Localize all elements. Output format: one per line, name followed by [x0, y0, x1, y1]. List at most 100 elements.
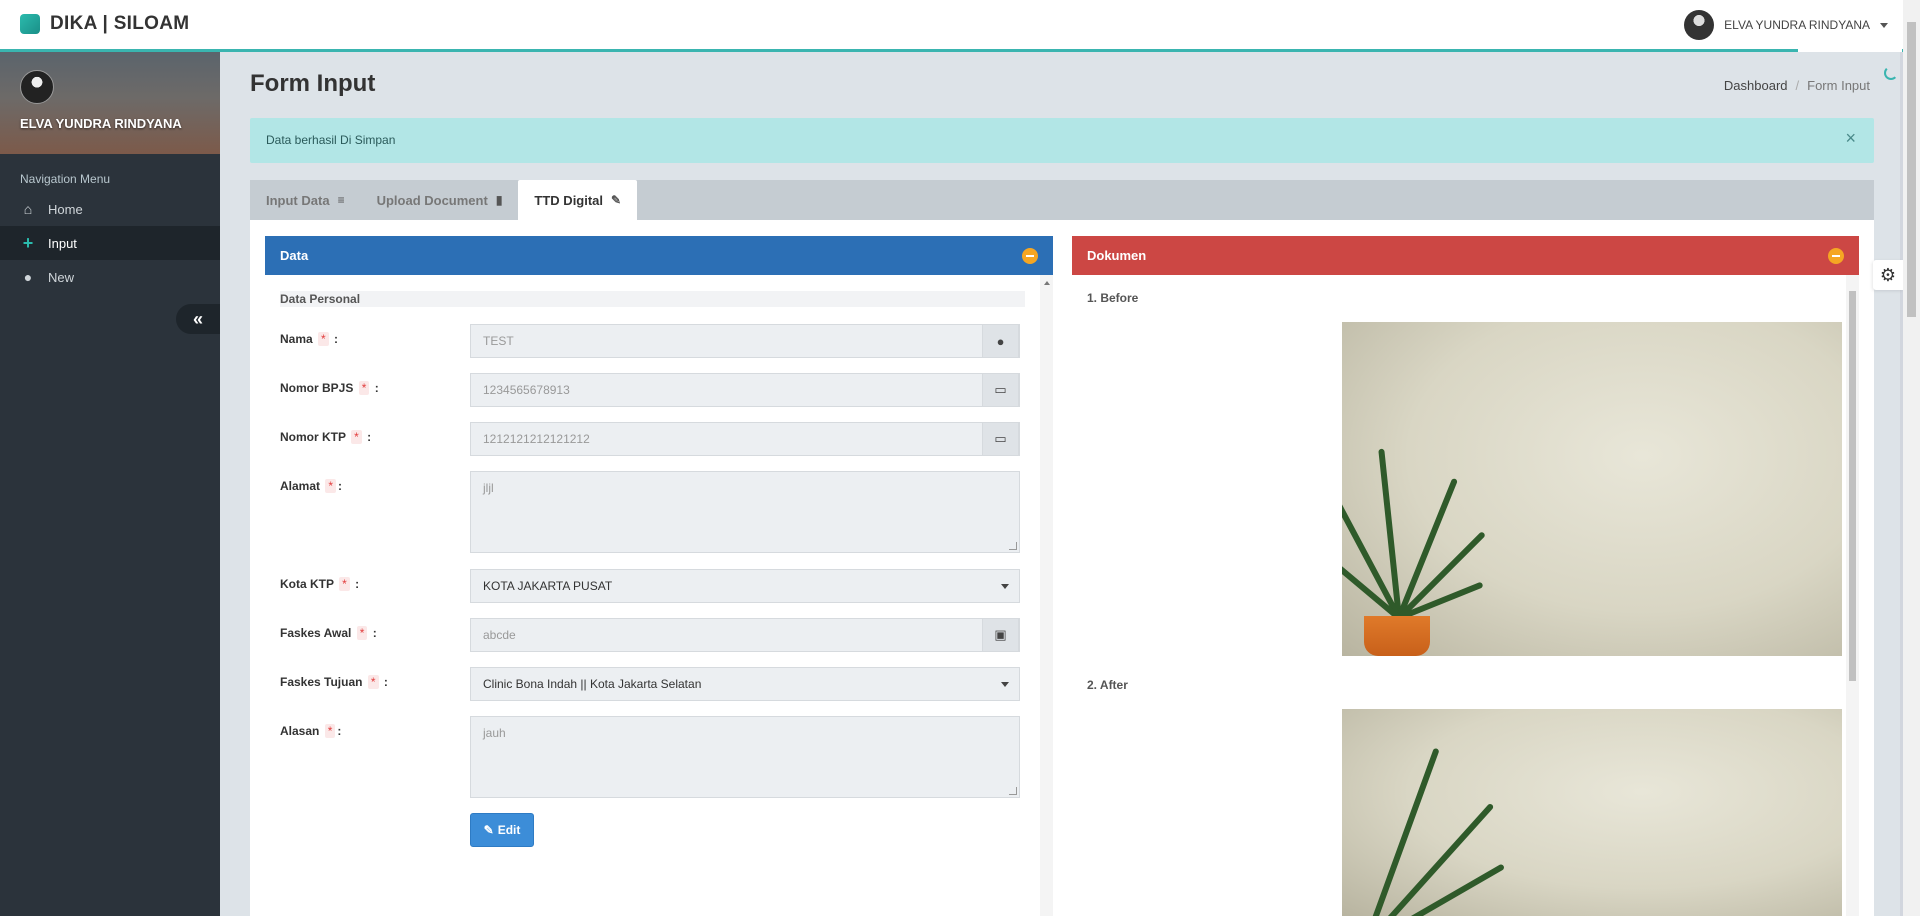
collapse-icon[interactable]: [1828, 248, 1844, 264]
before-image: [1342, 322, 1842, 656]
plus-icon: +: [22, 232, 34, 253]
sidebar-item-label: New: [48, 269, 75, 285]
hospital-icon: ▣: [982, 618, 1019, 652]
brand[interactable]: DIKA | SILOAM: [20, 13, 189, 35]
resize-handle[interactable]: [1009, 787, 1017, 795]
required-mark: *: [339, 577, 350, 591]
field-label: Nomor KTP * :: [280, 430, 372, 444]
required-mark: *: [356, 626, 368, 640]
sidebar-item-label: Input: [48, 235, 77, 251]
sidebar-profile: ELVA YUNDRA RINDYANA: [0, 52, 220, 154]
user-icon: ●: [23, 269, 33, 285]
avatar: [1684, 10, 1715, 40]
home-icon: ⌂: [23, 201, 33, 217]
breadcrumb: Dashboard / Form Input: [1724, 78, 1870, 93]
main-content: Form Input Dashboard / Form Input Data b…: [220, 52, 1900, 916]
brand-logo-icon: [20, 14, 40, 34]
page-scroll-thumb[interactable]: [1907, 22, 1916, 317]
tab-upload-document[interactable]: Upload Document ▮: [361, 180, 519, 220]
section-label: Data Personal: [280, 291, 1025, 307]
resize-handle[interactable]: [1009, 542, 1017, 550]
id-card-icon: ▭: [982, 373, 1019, 407]
sidebar-item-input[interactable]: + Input: [0, 226, 220, 260]
data-panel-header: Data: [265, 236, 1053, 275]
field-label: Nomor BPJS * :: [280, 381, 379, 395]
nama-input[interactable]: TEST ●: [470, 324, 1020, 358]
database-icon: ≡: [337, 193, 345, 207]
id-card-icon: ▭: [982, 422, 1019, 456]
tab-bar: Input Data ≡ Upload Document ▮ TTD Digit…: [250, 180, 1874, 220]
success-alert: Data berhasil Di Simpan ×: [250, 118, 1874, 163]
alasan-textarea[interactable]: jauh: [470, 716, 1020, 798]
required-mark: *: [351, 430, 362, 444]
sidebar-item-new[interactable]: ● New: [0, 260, 220, 294]
user-menu[interactable]: ELVA YUNDRA RINDYANA: [1684, 10, 1888, 40]
field-label: Kota KTP * :: [280, 577, 360, 591]
breadcrumb-dashboard[interactable]: Dashboard: [1724, 78, 1788, 93]
field-label: Nama * :: [280, 332, 339, 346]
field-label: Faskes Awal * :: [280, 626, 377, 640]
caret-down-icon: [1001, 682, 1009, 687]
document-label-after: 2. After: [1087, 678, 1128, 692]
plant-illustration: [1342, 322, 1492, 656]
kota-select[interactable]: KOTA JAKARTA PUSAT: [470, 569, 1020, 603]
tab-ttd-digital[interactable]: TTD Digital ✎: [518, 180, 638, 220]
top-navbar: DIKA | SILOAM ELVA YUNDRA RINDYANA: [0, 0, 1920, 52]
tab-label: Input Data: [266, 192, 330, 208]
pot-shape: [1364, 616, 1430, 656]
scroll-thumb[interactable]: [1849, 291, 1856, 681]
required-mark: *: [358, 381, 370, 395]
document-label-before: 1. Before: [1087, 291, 1139, 305]
tab-input-data[interactable]: Input Data ≡: [250, 180, 361, 220]
breadcrumb-current: Form Input: [1807, 78, 1870, 93]
data-panel-scrollbar[interactable]: [1040, 275, 1053, 916]
tab-container: Input Data ≡ Upload Document ▮ TTD Digit…: [250, 180, 1874, 916]
document-panel-title: Dokumen: [1087, 248, 1147, 263]
sidebar-collapse-button[interactable]: «: [176, 304, 220, 334]
sidebar-item-home[interactable]: ⌂ Home: [0, 192, 220, 226]
gear-icon[interactable]: ⚙: [1873, 260, 1903, 290]
nav-header: Navigation Menu: [20, 172, 111, 186]
field-label: Faskes Tujuan * :: [280, 675, 388, 689]
data-panel: Data Data Personal Nama * : TEST ● Nomor…: [265, 236, 1053, 916]
alamat-textarea[interactable]: jljl: [470, 471, 1020, 553]
collapse-icon[interactable]: [1022, 248, 1038, 264]
faskes-awal-input[interactable]: abcde ▣: [470, 618, 1020, 652]
required-mark: *: [367, 675, 379, 689]
edit-button[interactable]: ✎ Edit: [470, 813, 534, 847]
data-form: Data Personal Nama * : TEST ● Nomor BPJS…: [265, 275, 1040, 916]
document-panel-scrollbar[interactable]: [1846, 275, 1859, 916]
after-image: [1342, 709, 1842, 916]
required-mark: *: [325, 479, 337, 493]
field-label: Alasan *:: [280, 724, 342, 738]
field-label: Alamat *:: [280, 479, 343, 493]
chevron-down-icon: [1880, 22, 1888, 28]
user-name: ELVA YUNDRA RINDYANA: [1724, 18, 1870, 32]
close-icon[interactable]: ×: [1845, 128, 1856, 149]
data-panel-title: Data: [280, 248, 309, 263]
sidebar: ELVA YUNDRA RINDYANA Navigation Menu ⌂ H…: [0, 52, 220, 916]
loading-spinner-icon: [1884, 66, 1898, 80]
page-scrollbar[interactable]: [1903, 0, 1920, 916]
ktp-input[interactable]: 1212121212121212 ▭: [470, 422, 1020, 456]
faskes-tujuan-select[interactable]: Clinic Bona Indah || Kota Jakarta Selata…: [470, 667, 1020, 701]
pencil-icon: ✎: [483, 823, 494, 837]
document-panel-header: Dokumen: [1072, 236, 1859, 275]
page-title: Form Input: [250, 70, 376, 97]
caret-down-icon: [1001, 584, 1009, 589]
sidebar-item-label: Home: [48, 201, 83, 217]
required-mark: *: [324, 724, 336, 738]
breadcrumb-separator: /: [1795, 78, 1800, 93]
tab-label: TTD Digital: [534, 192, 604, 208]
plant-illustration: [1342, 709, 1506, 916]
user-icon: ●: [982, 324, 1019, 358]
profile-avatar: [20, 70, 54, 104]
bpjs-input[interactable]: 1234565678913 ▭: [470, 373, 1020, 407]
required-mark: *: [318, 332, 329, 346]
tab-label: Upload Document: [376, 192, 488, 208]
document-panel: Dokumen 1. Before 2. After: [1072, 236, 1859, 916]
double-chevron-left-icon: «: [192, 308, 203, 329]
profile-name: ELVA YUNDRA RINDYANA: [20, 116, 182, 131]
scroll-up-icon[interactable]: [1043, 281, 1050, 285]
file-icon: ▮: [495, 193, 503, 207]
